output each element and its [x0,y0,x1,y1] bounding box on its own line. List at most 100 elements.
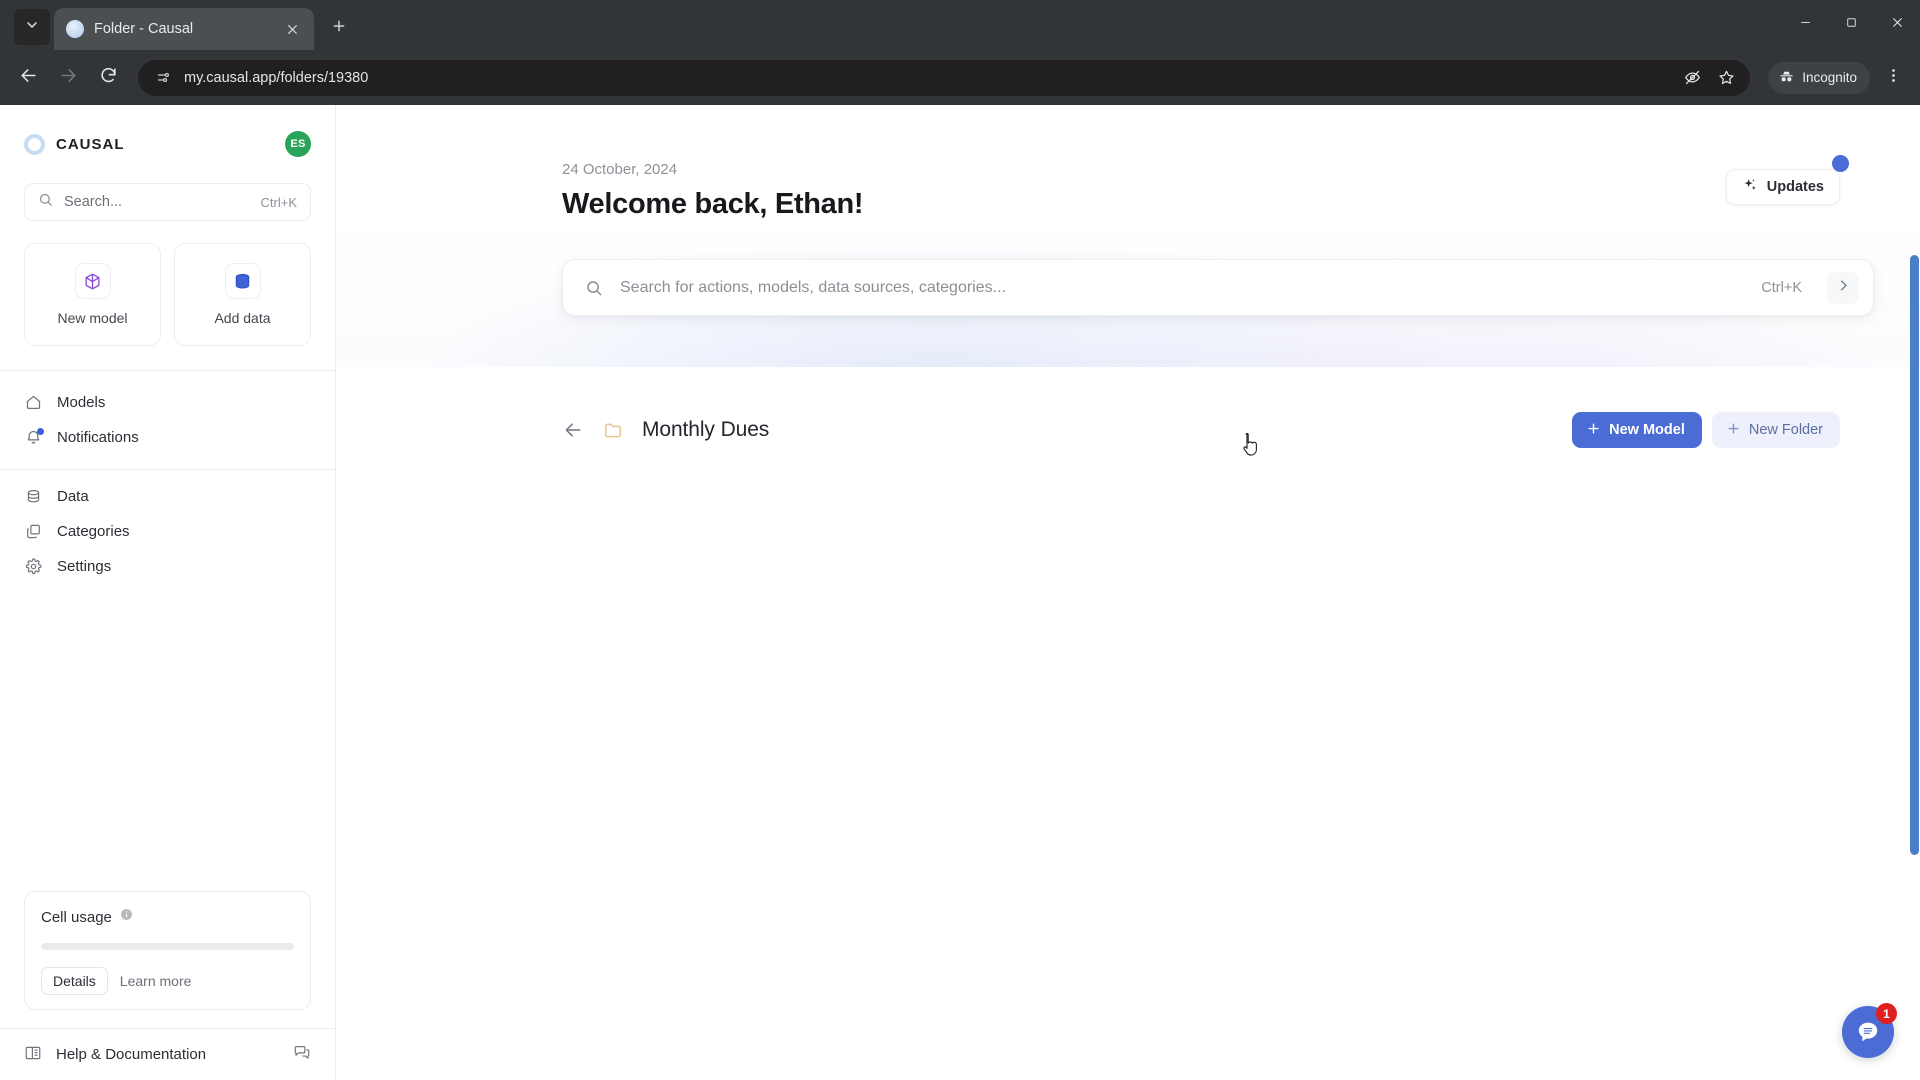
page-scrollbar[interactable] [1909,105,1920,1080]
database-icon [224,263,261,299]
tab-title: Folder - Causal [94,21,194,37]
arrow-right-icon [59,66,78,90]
sidebar-item-categories[interactable]: Categories [24,514,311,549]
back-button[interactable] [10,60,46,96]
plus-icon [1586,421,1601,440]
new-model-label: New model [57,310,128,326]
arrow-left-icon [19,66,38,90]
updates-label: Updates [1766,179,1824,195]
browser-tab-strip: Folder - Causal [0,0,1920,50]
global-search-submit-button[interactable] [1827,271,1859,304]
browser-menu-button[interactable] [1876,61,1910,95]
sidebar-nav-secondary: Data Categories Settings [0,470,335,584]
app-sidebar: CAUSAL ES Search... Ctrl+K New model Add… [0,105,336,1080]
home-icon [24,393,43,412]
cell-usage-header: Cell usage [41,908,294,926]
usage-details-button[interactable]: Details [41,967,108,995]
current-date: 24 October, 2024 [562,161,678,178]
cell-usage-actions: Details Learn more [41,967,294,995]
maximize-icon [1845,16,1858,34]
new-model-button-label: New Model [1609,422,1685,438]
avatar[interactable]: ES [285,131,311,157]
search-icon [38,192,53,212]
cell-usage-progress [41,943,294,950]
new-tab-button[interactable] [322,11,356,45]
chevron-right-icon [1836,278,1851,298]
add-data-card[interactable]: Add data [174,243,311,346]
star-icon[interactable] [1710,62,1742,94]
folder-actions: New Model New Folder [1572,412,1840,448]
back-button[interactable] [562,419,584,441]
mouse-cursor [1242,432,1260,457]
folder-header-row: Monthly Dues New Model New Folder [562,412,1874,448]
search-icon [585,279,603,297]
sidebar-item-categories-label: Categories [57,523,130,540]
sparkle-icon [1742,177,1758,197]
page-title: Welcome back, Ethan! [562,188,864,220]
breadcrumb: Monthly Dues [562,418,769,442]
sidebar-item-data-label: Data [57,488,89,505]
sidebar-item-notifications[interactable]: Notifications [24,420,311,455]
causal-ring-logo [24,133,45,155]
address-bar[interactable]: my.causal.app/folders/19380 [138,59,1751,96]
tab-search-button[interactable] [14,9,50,45]
app-logo[interactable]: CAUSAL [24,133,125,155]
sidebar-item-settings-label: Settings [57,558,112,575]
info-icon[interactable] [120,908,133,926]
minimize-button[interactable] [1782,0,1828,50]
window-close-button[interactable] [1874,0,1920,50]
help-documentation-button[interactable]: Help & Documentation [24,1044,206,1066]
url-text: my.causal.app/folders/19380 [184,69,369,86]
window-controls [1782,0,1920,50]
forward-button[interactable] [50,60,86,96]
page-content: CAUSAL ES Search... Ctrl+K New model Add… [0,105,1920,1080]
global-search-input[interactable]: Search for actions, models, data sources… [562,259,1874,316]
sidebar-item-settings[interactable]: Settings [24,549,311,584]
brand-name: CAUSAL [56,135,125,153]
updates-button[interactable]: Updates [1725,169,1840,205]
new-model-card[interactable]: New model [24,243,161,346]
new-folder-button[interactable]: New Folder [1711,412,1840,448]
scrollbar-thumb[interactable] [1910,255,1919,855]
sidebar-item-models[interactable]: Models [24,385,311,420]
minimize-icon [1799,16,1812,34]
chat-support-widget[interactable]: 1 [1842,1003,1897,1058]
new-folder-button-label: New Folder [1748,422,1823,438]
incognito-indicator[interactable]: Incognito [1768,61,1870,94]
sidebar-item-notifications-label: Notifications [57,429,139,446]
main-inner: 24 October, 2024 Welcome back, Ethan! Up… [336,105,1920,448]
close-icon[interactable] [282,19,302,39]
new-model-button[interactable]: New Model [1572,412,1702,448]
maximize-button[interactable] [1828,0,1874,50]
sidebar-brand-row: CAUSAL ES [24,127,311,161]
sidebar-search-input[interactable]: Search... Ctrl+K [24,183,311,221]
usage-learn-more-link[interactable]: Learn more [116,968,196,994]
book-icon [24,1044,42,1066]
copy-icon [24,522,43,541]
sidebar-item-data[interactable]: Data [24,479,311,514]
browser-toolbar: my.causal.app/folders/19380 Incognito [0,50,1920,105]
folder-name: Monthly Dues [642,418,770,441]
sidebar-search-placeholder: Search... [64,194,123,210]
kebab-menu-icon [1885,67,1902,89]
reload-button[interactable] [90,60,126,96]
main-content: 24 October, 2024 Welcome back, Ethan! Up… [336,105,1920,1080]
feedback-button[interactable] [293,1043,311,1066]
eye-off-icon[interactable] [1676,62,1708,94]
updates-button-wrapper: Updates [1725,155,1849,205]
omnibox-actions [1676,62,1742,94]
database-icon [24,487,43,506]
notification-badge-dot [37,428,44,435]
cell-usage-card: Cell usage Details Learn more [24,891,311,1010]
help-documentation-label: Help & Documentation [56,1046,207,1063]
window-close-icon [1891,16,1904,34]
incognito-label: Incognito [1802,70,1857,85]
site-settings-icon[interactable] [152,67,174,89]
sidebar-search-shortcut: Ctrl+K [260,194,297,210]
incognito-icon [1778,68,1795,88]
plus-icon [1726,421,1741,440]
browser-tab[interactable]: Folder - Causal [54,8,314,50]
causal-favicon [66,20,84,38]
updates-notification-dot [1832,155,1849,172]
welcome-header: 24 October, 2024 Welcome back, Ethan! Up… [562,105,1874,221]
